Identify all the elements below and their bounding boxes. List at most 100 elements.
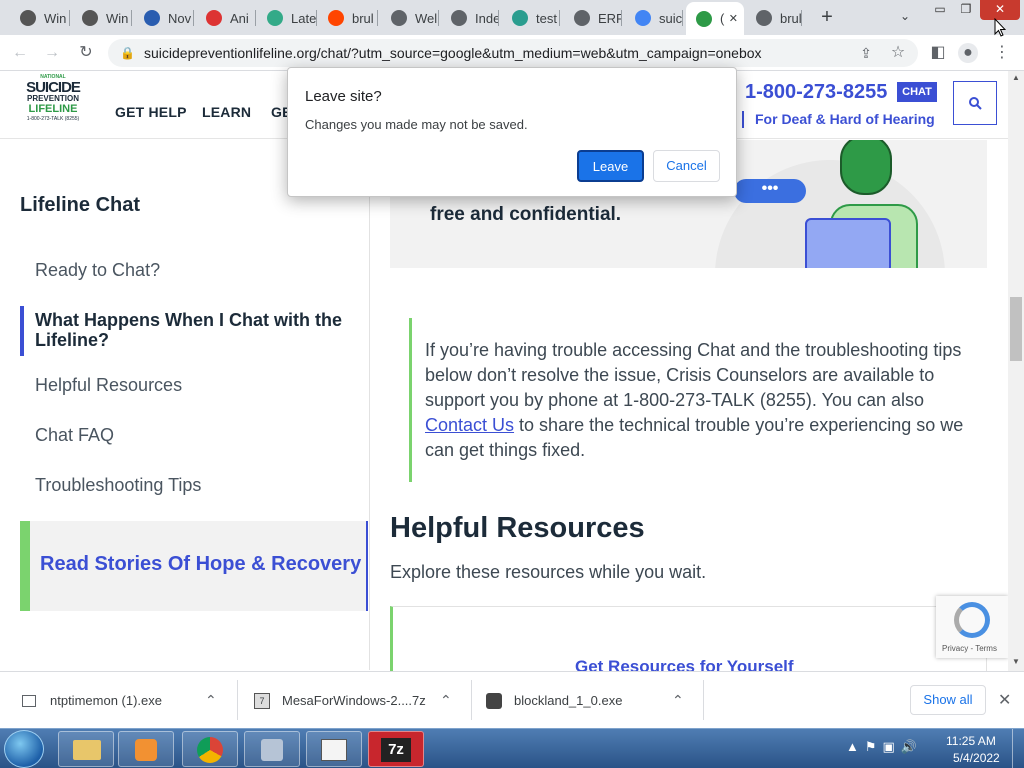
app-taskbar-icon[interactable] <box>244 731 300 767</box>
nav-get-help[interactable]: GET HELP <box>115 104 187 120</box>
profile-avatar-icon[interactable]: ● <box>958 43 978 63</box>
sidebar-item-what-happens[interactable]: What Happens When I Chat with the Lifeli… <box>35 310 355 350</box>
close-downloads-icon[interactable]: ✕ <box>998 690 1011 710</box>
lightning-icon <box>206 10 222 26</box>
7zip-taskbar-icon[interactable]: 7z <box>368 731 424 767</box>
google-icon <box>635 10 651 26</box>
sidebar-item-faq[interactable]: Chat FAQ <box>35 425 114 446</box>
scroll-up-arrow[interactable]: ▲ <box>1012 73 1020 82</box>
tab-label: Win <box>44 10 67 26</box>
sidebar-item-resources[interactable]: Helpful Resources <box>35 375 182 396</box>
circle-icon <box>144 10 160 26</box>
stories-card[interactable]: Read Stories Of Hope & Recovery <box>20 521 368 611</box>
notes-taskbar-icon[interactable] <box>306 731 362 767</box>
s-icon <box>82 10 98 26</box>
installer-file-icon <box>486 692 502 709</box>
sidebar-item-ready[interactable]: Ready to Chat? <box>35 260 160 281</box>
phone-number[interactable]: 1-800-273-8255 <box>745 81 887 104</box>
show-all-button[interactable]: Show all <box>910 685 986 715</box>
active-indicator <box>20 306 24 356</box>
forward-icon[interactable]: → <box>42 43 62 63</box>
side-panel-icon[interactable]: ◧ <box>928 43 948 63</box>
explorer-taskbar-icon[interactable] <box>58 731 114 767</box>
leave-site-dialog: Leave site? Changes you made may not be … <box>287 67 737 197</box>
tab-label: Wel <box>415 10 438 26</box>
bookmark-star-icon[interactable]: ☆ <box>888 43 908 63</box>
tab-label: ( <box>720 11 725 26</box>
recaptcha-badge[interactable]: Privacy - Terms <box>936 596 1008 658</box>
browser-tab[interactable]: test <box>502 4 560 32</box>
laptop-icon <box>805 218 891 268</box>
back-icon[interactable]: ← <box>10 43 30 63</box>
browser-tab[interactable]: Nov <box>134 4 194 32</box>
recaptcha-text[interactable]: Privacy - Terms <box>942 644 997 653</box>
scroll-down-arrow[interactable]: ▼ <box>1012 657 1020 666</box>
chrome-taskbar-icon[interactable] <box>182 731 238 767</box>
download-item[interactable]: blockland_1_0.exe ⌃ <box>472 672 704 729</box>
reddit-icon <box>328 10 344 26</box>
chevron-up-icon[interactable]: ⌃ <box>672 692 684 709</box>
browser-tab[interactable]: ERR <box>564 4 622 32</box>
deaf-link-divider <box>742 111 744 128</box>
chevron-up-icon[interactable]: ⌃ <box>440 692 452 709</box>
minimize-button[interactable]: ▭ <box>928 0 952 20</box>
download-item[interactable]: 7 MesaForWindows-2....7z ⌃ <box>238 672 472 729</box>
browser-tab[interactable]: Late <box>257 4 317 32</box>
chevron-up-icon[interactable]: ⌃ <box>205 692 217 709</box>
share-icon[interactable]: ⇪ <box>856 43 876 63</box>
start-button[interactable] <box>4 730 44 768</box>
cancel-button[interactable]: Cancel <box>653 150 720 182</box>
page-scrollbar[interactable]: ▲ ▼ <box>1008 71 1024 671</box>
media-player-taskbar-icon[interactable] <box>118 731 174 767</box>
menu-kebab-icon[interactable]: ⋮ <box>992 43 1012 63</box>
recaptcha-icon <box>954 602 990 638</box>
resources-heading: Helpful Resources <box>390 512 645 544</box>
tray-icons[interactable]: ▲⚑▣🔊 <box>846 739 932 759</box>
person-head-icon <box>840 140 892 195</box>
scroll-thumb[interactable] <box>1010 297 1022 361</box>
leave-button[interactable]: Leave <box>577 150 644 182</box>
url-text: suicidepreventionlifeline.org/chat/?utm_… <box>144 45 762 61</box>
7z-file-icon: 7 <box>254 692 270 709</box>
clock-time[interactable]: 11:25 AM <box>946 734 996 748</box>
site-search-button[interactable] <box>953 81 997 125</box>
contact-us-link[interactable]: Contact Us <box>425 415 514 435</box>
clock-date[interactable]: 5/4/2022 <box>953 751 1000 765</box>
browser-tab[interactable]: Inde <box>441 4 499 32</box>
browser-tab[interactable]: Win <box>72 4 132 32</box>
stories-link[interactable]: Read Stories Of Hope & Recovery <box>40 553 361 576</box>
browser-tab[interactable]: suic <box>625 4 683 32</box>
close-tab-icon[interactable]: ✕ <box>729 12 738 25</box>
show-desktop-button[interactable] <box>1012 729 1024 768</box>
deaf-hard-of-hearing-link[interactable]: For Deaf & Hard of Hearing <box>755 111 935 127</box>
chat-bubble-icon: ••• <box>734 179 806 203</box>
s-icon <box>20 10 36 26</box>
browser-tab[interactable]: brul <box>746 4 802 32</box>
chat-badge[interactable]: CHAT <box>897 82 937 102</box>
download-item[interactable]: ntptimemon (1).exe ⌃ <box>0 672 238 729</box>
close-window-button[interactable]: ✕ <box>980 0 1020 20</box>
nav-learn[interactable]: LEARN <box>202 104 251 120</box>
new-tab-button[interactable]: + <box>815 6 839 30</box>
address-bar[interactable]: 🔒 suicidepreventionlifeline.org/chat/?ut… <box>108 39 918 67</box>
reload-icon[interactable]: ↻ <box>76 43 96 63</box>
downloads-bar: ntptimemon (1).exe ⌃ 7 MesaForWindows-2.… <box>0 671 1024 728</box>
tab-strip: Win Win Nov Ani Late brul Wel Inde test ERR suic(✕… <box>0 0 1024 35</box>
lifeline-logo[interactable]: NATIONAL SUICIDE PREVENTION LIFELINE 1-8… <box>24 75 82 135</box>
browser-tab[interactable]: Wel <box>381 4 439 32</box>
lock-icon: 🔒 <box>120 46 135 60</box>
tab-label: brul <box>780 10 802 26</box>
tab-label: ERR <box>598 10 622 26</box>
tab-label: test <box>536 10 557 26</box>
windows-icon <box>267 10 283 26</box>
browser-tab[interactable]: Ani <box>196 4 256 32</box>
restore-button[interactable]: ❐ <box>954 0 978 20</box>
browser-tab[interactable]: brul <box>318 4 378 32</box>
browser-tab[interactable]: (✕ <box>686 2 744 35</box>
browser-tab[interactable]: Win <box>10 4 70 32</box>
tab-search-icon[interactable]: ⌄ <box>896 9 914 27</box>
tab-label: Win <box>106 10 129 26</box>
globe-icon <box>391 10 407 26</box>
lifeline-icon <box>696 10 712 27</box>
sidebar-item-troubleshooting[interactable]: Troubleshooting Tips <box>35 475 201 496</box>
